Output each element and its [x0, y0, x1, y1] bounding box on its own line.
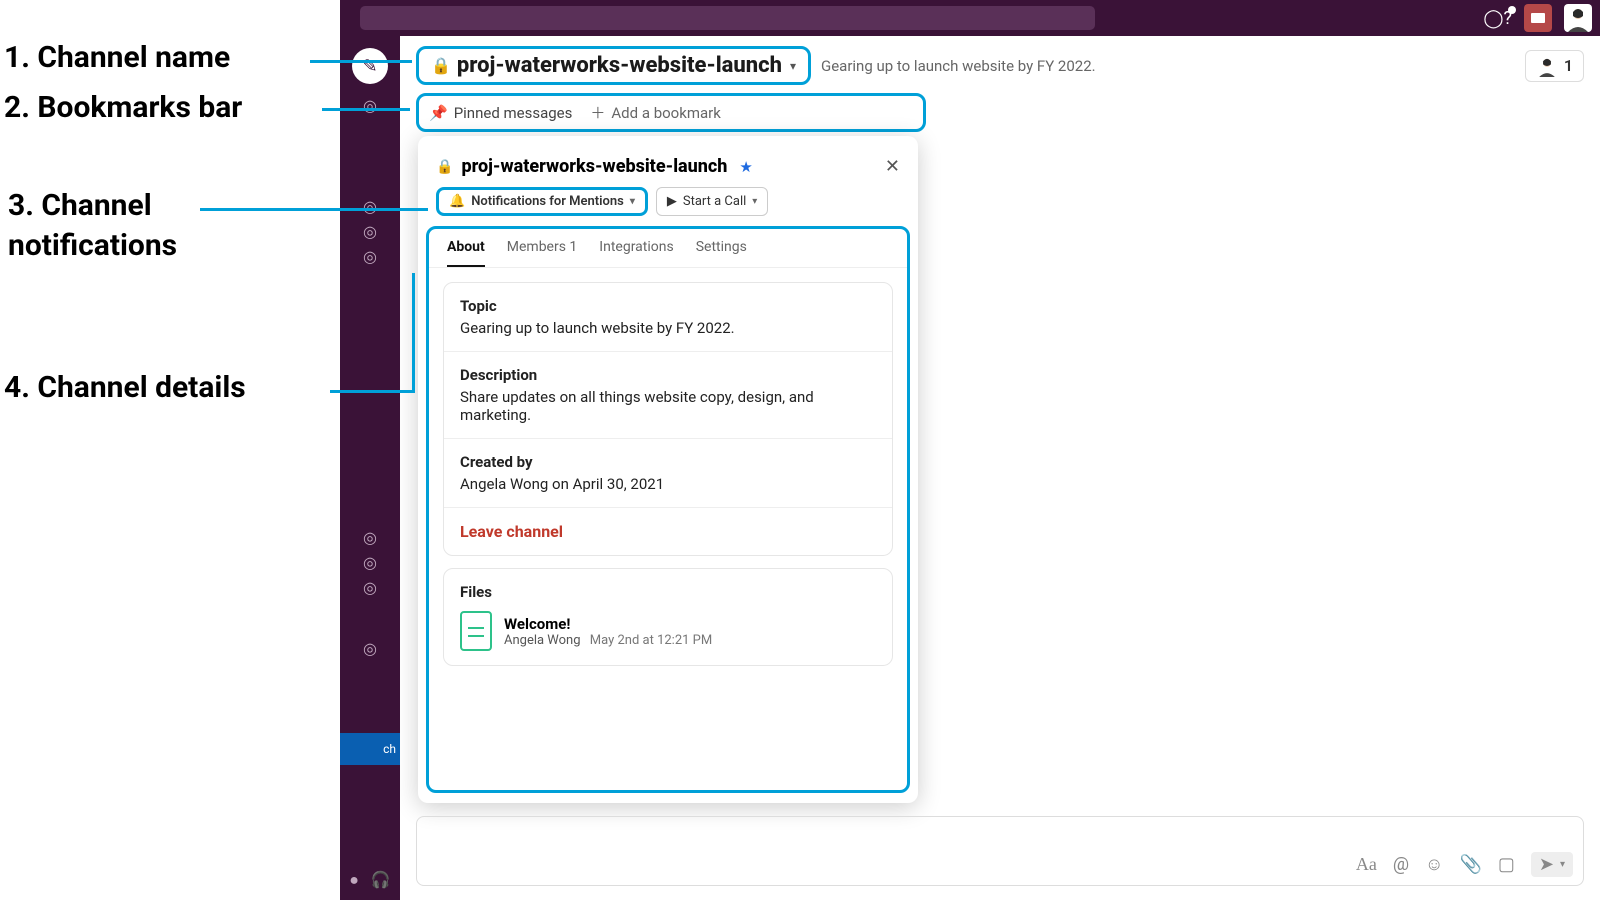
- user-avatar[interactable]: [1564, 4, 1592, 32]
- mention-icon[interactable]: @: [1393, 854, 1409, 875]
- sidebar-item[interactable]: ◎: [340, 247, 400, 266]
- annotation-line-4: [330, 390, 412, 393]
- description-value: Share updates on all things website copy…: [460, 388, 876, 424]
- annotation-3b: notifications: [8, 228, 177, 263]
- popover-header: 🔒 proj-waterworks-website-launch ★ ✕: [418, 152, 918, 187]
- sidebar-item[interactable]: ◎: [340, 639, 400, 658]
- sidebar-item[interactable]: ◎: [340, 528, 400, 547]
- start-call-label: Start a Call: [683, 194, 746, 209]
- annotation-2: 2. Bookmarks bar: [4, 90, 242, 125]
- chevron-down-icon: ▾: [752, 196, 757, 207]
- tab-members[interactable]: Members 1: [507, 231, 578, 267]
- composer-toolbar: Aa @ ☺ 📎 ▢ ➤ ▾: [1356, 852, 1573, 877]
- files-card: Files Welcome! Angela Wong May 2nd at 12…: [443, 568, 893, 666]
- plus-icon: ＋: [590, 102, 605, 123]
- workspace-switcher-icon[interactable]: [1524, 4, 1552, 32]
- created-value: Angela Wong on April 30, 2021: [460, 475, 876, 493]
- file-author: Angela Wong: [504, 633, 581, 648]
- bookmarks-bar: 📌 Pinned messages ＋ Add a bookmark: [416, 93, 926, 132]
- file-name: Welcome!: [504, 615, 712, 633]
- sidebar-presence[interactable]: ● 🎧: [340, 870, 400, 890]
- annotation-panel: 1. Channel name 2. Bookmarks bar 3. Chan…: [0, 0, 340, 900]
- created-label: Created by: [460, 453, 876, 471]
- annotation-3a: 3. Channel: [8, 188, 152, 223]
- member-avatar-icon: [1536, 55, 1558, 77]
- annotation-1: 1. Channel name: [4, 40, 230, 75]
- channel-name-button[interactable]: 🔒 proj-waterworks-website-launch ▾: [416, 46, 811, 85]
- channel-details-popover: 🔒 proj-waterworks-website-launch ★ ✕ 🔔 N…: [418, 136, 918, 803]
- message-composer[interactable]: Aa @ ☺ 📎 ▢ ➤ ▾: [416, 816, 1584, 886]
- close-icon[interactable]: ✕: [885, 156, 900, 177]
- sidebar-item[interactable]: ◎: [340, 553, 400, 572]
- channel-details-body: About Members 1 Integrations Settings To…: [426, 226, 910, 793]
- tab-settings[interactable]: Settings: [696, 231, 747, 267]
- tab-about[interactable]: About: [447, 231, 485, 267]
- tab-integrations[interactable]: Integrations: [599, 231, 673, 267]
- sidebar-item[interactable]: ◎: [340, 578, 400, 597]
- emoji-icon[interactable]: ☺: [1425, 854, 1443, 875]
- topic-value: Gearing up to launch website by FY 2022.: [460, 319, 876, 337]
- channel-topic: Gearing up to launch website by FY 2022.: [821, 57, 1096, 75]
- pinned-messages-button[interactable]: 📌 Pinned messages: [429, 104, 572, 122]
- members-button[interactable]: 1: [1525, 50, 1584, 82]
- file-subtext: Angela Wong May 2nd at 12:21 PM: [504, 633, 712, 648]
- description-section[interactable]: Description Share updates on all things …: [444, 352, 892, 439]
- send-button[interactable]: ➤ ▾: [1531, 852, 1573, 877]
- created-by-section: Created by Angela Wong on April 30, 2021: [444, 439, 892, 508]
- star-icon[interactable]: ★: [739, 158, 752, 176]
- popover-tabs: About Members 1 Integrations Settings: [429, 231, 907, 268]
- files-label: Files: [460, 583, 876, 601]
- add-bookmark-button[interactable]: ＋ Add a bookmark: [590, 102, 720, 123]
- video-clip-icon[interactable]: ▢: [1498, 854, 1515, 875]
- lock-icon: 🔒: [436, 159, 453, 175]
- file-timestamp: May 2nd at 12:21 PM: [590, 633, 712, 648]
- annotation-line-1: [310, 60, 412, 63]
- chevron-down-icon: ▾: [630, 196, 635, 207]
- channel-header: 🔒 proj-waterworks-website-launch ▾ Geari…: [400, 36, 1600, 91]
- bell-icon: 🔔: [449, 194, 465, 209]
- attachment-icon[interactable]: 📎: [1459, 854, 1481, 875]
- topic-label: Topic: [460, 297, 876, 315]
- chevron-down-icon: ▾: [790, 59, 796, 73]
- search-input[interactable]: [360, 6, 1095, 30]
- start-call-button[interactable]: ▶ Start a Call ▾: [656, 187, 768, 216]
- lock-icon: 🔒: [431, 56, 451, 75]
- pinned-label: Pinned messages: [454, 104, 573, 122]
- sidebar-item[interactable]: ◎: [340, 222, 400, 241]
- popover-actions: 🔔 Notifications for Mentions ▾ ▶ Start a…: [418, 187, 918, 226]
- app-topbar: ◯?: [340, 0, 1600, 36]
- left-sidebar: ✎ ◎ ◎ ◎ ◎ ◎ ◎ ◎ ◎ ch ● 🎧: [340, 36, 400, 900]
- channel-name-text: proj-waterworks-website-launch: [457, 53, 782, 78]
- notifications-label: Notifications for Mentions: [471, 194, 624, 209]
- sidebar-item-threads[interactable]: ◎: [340, 96, 400, 115]
- video-icon: ▶: [667, 194, 677, 209]
- leave-channel-button[interactable]: Leave channel: [460, 522, 563, 541]
- pin-icon: 📌: [429, 104, 448, 122]
- popover-title: proj-waterworks-website-launch: [461, 156, 727, 177]
- file-row[interactable]: Welcome! Angela Wong May 2nd at 12:21 PM: [460, 611, 876, 651]
- main-content: 🔒 proj-waterworks-website-launch ▾ Geari…: [400, 36, 1600, 900]
- sidebar-active-channel[interactable]: ch: [340, 733, 400, 765]
- help-icon[interactable]: ◯?: [1483, 8, 1512, 29]
- about-card: Topic Gearing up to launch website by FY…: [443, 282, 893, 556]
- add-bookmark-label: Add a bookmark: [611, 104, 720, 122]
- annotation-line-3: [200, 208, 428, 211]
- annotation-line-2: [322, 108, 410, 111]
- sidebar-item[interactable]: ◎: [340, 197, 400, 216]
- annotation-line-4v: [412, 273, 415, 393]
- notifications-button[interactable]: 🔔 Notifications for Mentions ▾: [436, 187, 648, 216]
- document-icon: [460, 611, 492, 651]
- leave-channel-section: Leave channel: [444, 508, 892, 555]
- topic-section[interactable]: Topic Gearing up to launch website by FY…: [444, 283, 892, 352]
- compose-button[interactable]: ✎: [352, 48, 388, 84]
- format-icon[interactable]: Aa: [1356, 854, 1377, 875]
- annotation-4: 4. Channel details: [4, 370, 246, 405]
- member-count: 1: [1564, 56, 1573, 75]
- description-label: Description: [460, 366, 876, 384]
